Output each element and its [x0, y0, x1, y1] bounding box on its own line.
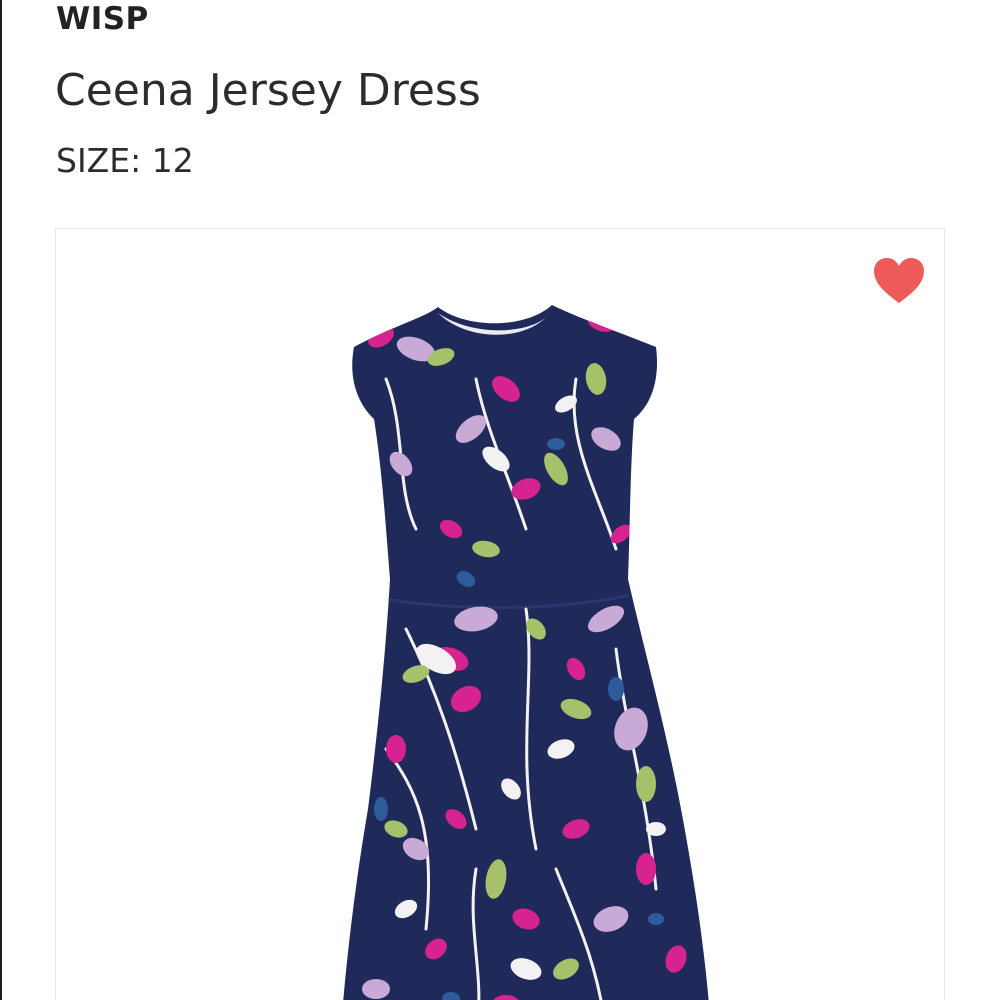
favorite-button[interactable] [872, 256, 926, 306]
brand-name[interactable]: WISP [56, 1, 149, 37]
size-value: 12 [151, 141, 194, 180]
product-image [343, 305, 709, 1000]
screen-edge-divider [0, 0, 2, 1000]
size-label: SIZE: [56, 141, 142, 180]
heart-icon [874, 258, 924, 303]
product-title: Ceena Jersey Dress [55, 65, 481, 116]
size-info: SIZE: 12 [56, 141, 194, 181]
product-image-card[interactable] [55, 228, 945, 1000]
